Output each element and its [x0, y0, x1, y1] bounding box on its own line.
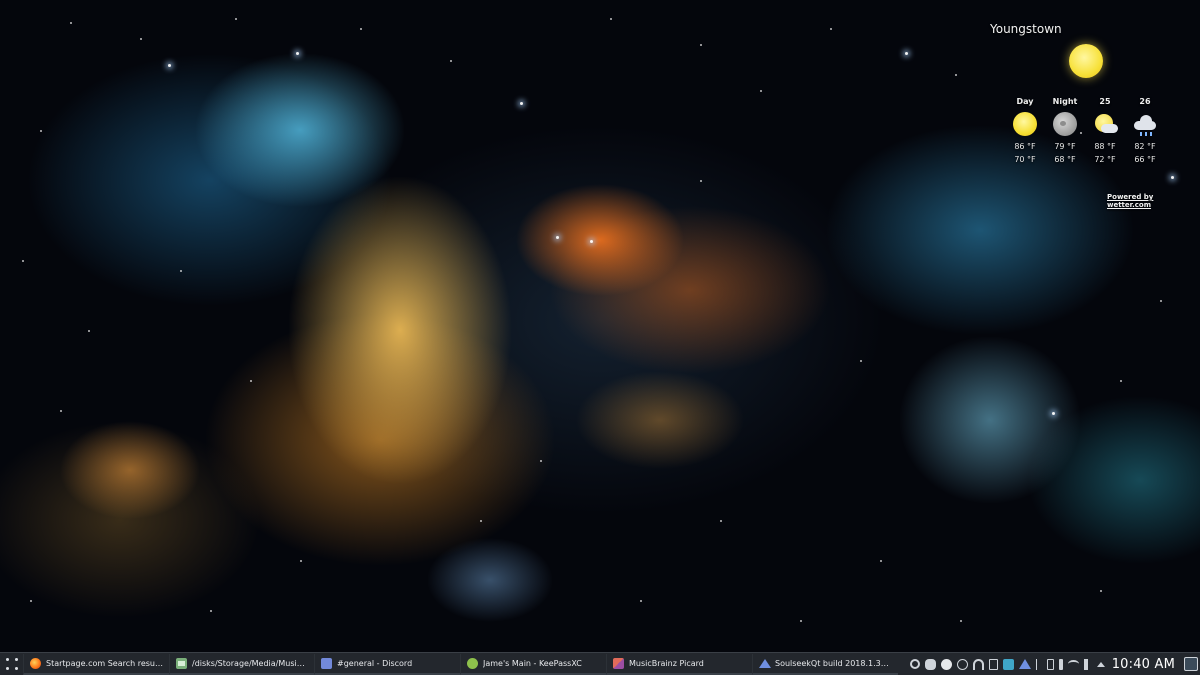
teal-app-icon[interactable] — [1002, 658, 1014, 670]
sun-icon — [1012, 112, 1038, 138]
forecast-day-26: 26 82 °F 66 °F — [1125, 97, 1165, 166]
moon-icon — [1052, 112, 1078, 138]
forecast-low: 72 °F — [1094, 155, 1116, 164]
task-label: #general - Discord — [337, 658, 413, 668]
weather-widget: Youngstown Day 86 °F 70 °F Night 79 °F 6… — [985, 18, 1185, 209]
forecast-day-25: 25 88 °F 72 °F — [1085, 97, 1125, 166]
discord-icon — [321, 657, 332, 669]
settings-icon[interactable] — [909, 659, 920, 669]
forecast-high: 88 °F — [1094, 142, 1116, 151]
forecast-low: 66 °F — [1134, 155, 1156, 164]
volume-icon[interactable] — [1083, 658, 1092, 670]
forecast-label: Night — [1052, 97, 1078, 106]
task-label: Jame's Main - KeePassXC — [483, 658, 582, 668]
picard-icon — [613, 657, 624, 669]
firefox-icon — [30, 657, 41, 669]
forecast-high: 86 °F — [1014, 142, 1036, 151]
folder-icon — [176, 657, 187, 669]
powered-by-link[interactable]: Powered by wetter.com — [1107, 193, 1185, 209]
discord-tray-icon[interactable] — [924, 658, 936, 670]
forecast-label: 26 — [1139, 97, 1151, 106]
application-launcher-button[interactable] — [1, 653, 23, 675]
forecast-low: 70 °F — [1014, 155, 1036, 164]
show-desktop-icon[interactable] — [1184, 657, 1198, 671]
usb-icon[interactable] — [1058, 658, 1063, 670]
forecast-label: Day — [1016, 97, 1034, 106]
soulseek-tray-icon[interactable] — [1018, 659, 1031, 669]
forecast-night: Night 79 °F 68 °F — [1045, 97, 1085, 166]
headphones-icon[interactable] — [972, 658, 984, 670]
keepassxc-icon — [467, 657, 478, 669]
task-picard[interactable]: MusicBrainz Picard — [606, 653, 752, 675]
expand-tray-icon[interactable] — [1096, 661, 1105, 667]
forecast-day: Day 86 °F 70 °F — [1005, 97, 1045, 166]
clipboard-icon[interactable] — [988, 658, 998, 670]
task-keepassxc[interactable]: Jame's Main - KeePassXC — [460, 653, 606, 675]
task-label: SoulseekQt build 2018.1.30 [de... — [775, 658, 892, 668]
clock[interactable]: 10:40 AM — [1112, 657, 1175, 672]
weather-city: Youngstown — [990, 22, 1062, 36]
task-label: /disks/Storage/Media/Music/... — [192, 658, 308, 668]
task-file-manager[interactable]: /disks/Storage/Media/Music/... — [169, 653, 314, 675]
task-label: Startpage.com Search results - ... — [46, 658, 163, 668]
system-tray: 10:40 AM — [909, 653, 1200, 675]
forecast-high: 79 °F — [1054, 142, 1076, 151]
pause-icon[interactable] — [956, 658, 968, 670]
keepassxc-tray-icon[interactable] — [940, 658, 952, 670]
partly-cloudy-icon — [1092, 112, 1118, 138]
forecast-low: 68 °F — [1054, 155, 1076, 164]
forecast-high: 82 °F — [1134, 142, 1156, 151]
bluetooth-icon[interactable] — [1035, 658, 1042, 670]
wifi-icon[interactable] — [1067, 660, 1079, 668]
soulseek-icon — [759, 658, 771, 669]
task-firefox[interactable]: Startpage.com Search results - ... — [23, 653, 169, 675]
rain-cloud-icon — [1132, 112, 1158, 138]
task-soulseek[interactable]: SoulseekQt build 2018.1.30 [de... — [752, 653, 898, 675]
taskbar: Startpage.com Search results - ... /disk… — [0, 652, 1200, 675]
weather-forecast: Day 86 °F 70 °F Night 79 °F 68 °F 25 88 … — [1005, 97, 1185, 167]
task-discord[interactable]: #general - Discord — [314, 653, 460, 675]
sun-icon — [1069, 44, 1103, 78]
forecast-label: 25 — [1099, 97, 1111, 106]
task-label: MusicBrainz Picard — [629, 658, 704, 668]
battery-icon[interactable] — [1046, 658, 1054, 670]
